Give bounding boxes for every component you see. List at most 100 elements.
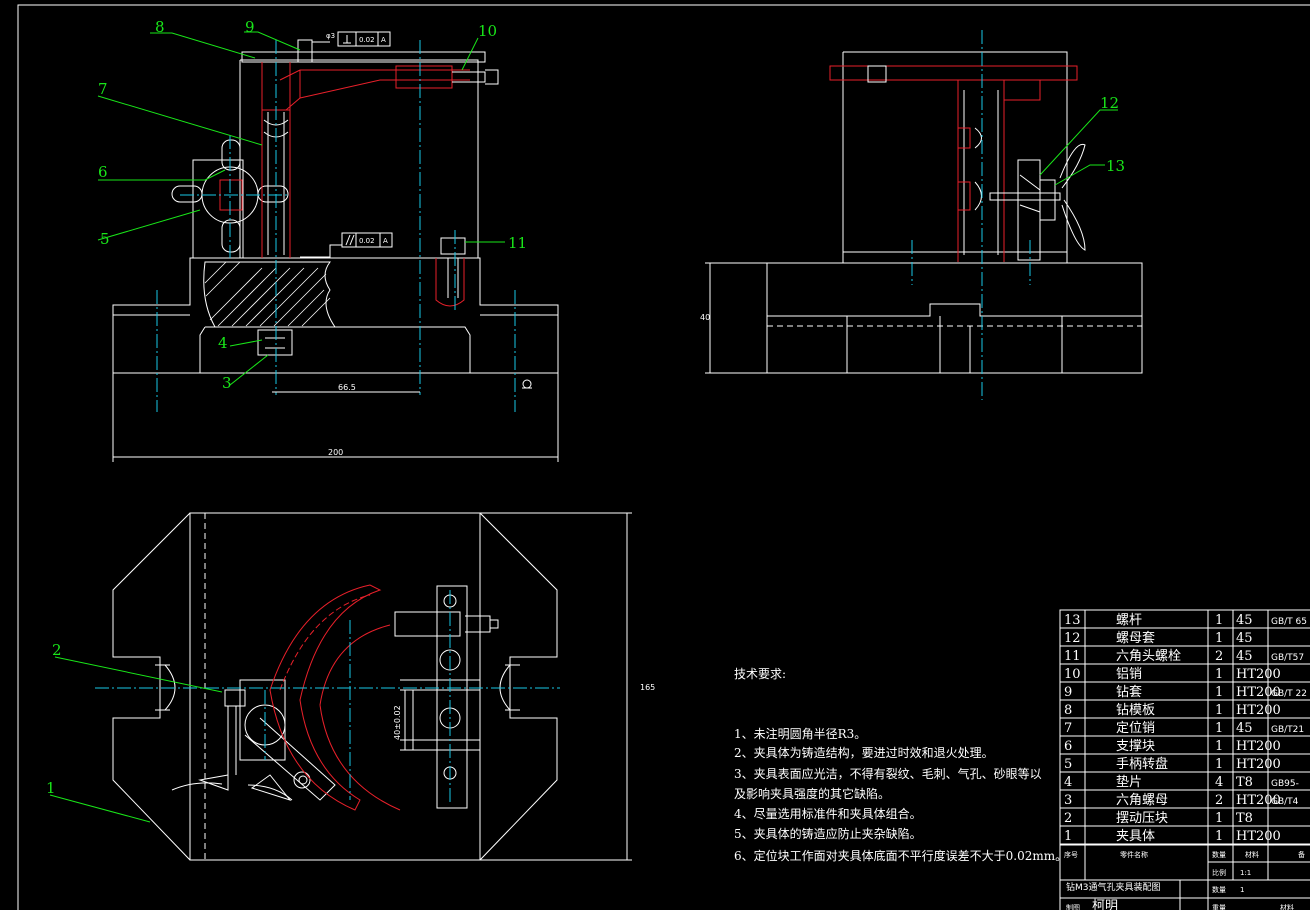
- bom-cell-qty: 1: [1215, 631, 1223, 646]
- plan-view: [49, 512, 632, 861]
- bom-cell-name: 手柄转盘: [1116, 756, 1168, 772]
- callout-8: 8: [155, 18, 165, 36]
- scale-label: 比例: [1212, 868, 1226, 877]
- bom-cell-qty: 1: [1215, 613, 1223, 628]
- bom-cell-no: 13: [1064, 613, 1081, 628]
- bom-cell-material: 45: [1236, 721, 1253, 736]
- tech-item-1: 1、未注明圆角半径R3。: [734, 726, 866, 741]
- bom-cell-material: HT200: [1236, 667, 1281, 682]
- bom-cell-name: 定位销: [1116, 721, 1155, 736]
- bom-header-qty: 数量: [1212, 850, 1226, 859]
- material-label: 材料: [1280, 903, 1294, 910]
- bom-cell-material: HT200: [1236, 739, 1281, 754]
- perp-value: 0.02: [359, 36, 375, 44]
- tech-item-4: 4、尽量选用标准件和夹具体组合。: [734, 806, 922, 821]
- bom-cell-no: 3: [1064, 793, 1072, 808]
- callout-1: 1: [46, 779, 56, 797]
- bom-header-mat: 材料: [1245, 850, 1259, 859]
- par-value: 0.02: [359, 237, 375, 245]
- bom-cell-qty: 1: [1215, 829, 1223, 844]
- perp-datum: A: [381, 36, 386, 44]
- bom-cell-no: 8: [1064, 703, 1072, 718]
- callout-11: 11: [508, 234, 527, 252]
- bom-cell-qty: 1: [1215, 757, 1223, 772]
- bom-cell-name: 钻套: [1116, 684, 1142, 700]
- bom-header-no: 序号: [1064, 850, 1078, 859]
- bom-cell-material: T8: [1236, 811, 1253, 826]
- front-view: [112, 39, 559, 462]
- perp-diameter: φ3: [326, 32, 335, 40]
- callout-2: 2: [52, 641, 62, 659]
- callout-13: 13: [1106, 157, 1125, 175]
- bom-header-name: 零件名称: [1120, 850, 1148, 859]
- callout-6: 6: [98, 163, 108, 181]
- drawing-title: 钻M3通气孔夹具装配图: [1066, 881, 1161, 893]
- callout-10: 10: [478, 22, 497, 40]
- bom-cell-material: T8: [1236, 775, 1253, 790]
- bom-cell-no: 7: [1064, 721, 1072, 736]
- perpendicularity-frame: [312, 31, 391, 47]
- bom-cell-material: 45: [1236, 613, 1253, 628]
- bom-cell-qty: 1: [1215, 721, 1223, 736]
- tech-item-6: 6、定位块工作面对夹具体底面不平行度误差不大于0.02mm。: [734, 848, 1067, 863]
- bom-cell-material: 45: [1236, 631, 1253, 646]
- bom-cell-name: 铝销: [1116, 667, 1142, 682]
- bom-cell-qty: 4: [1215, 775, 1223, 790]
- bom-cell-no: 1: [1064, 829, 1072, 844]
- drawn-label: 制图: [1066, 903, 1080, 910]
- bom-cell-qty: 1: [1215, 703, 1223, 718]
- parallelism-frame: [300, 232, 393, 258]
- drawn-value: 柯明: [1092, 899, 1118, 910]
- tech-item-3: 3、夹具表面应光洁，不得有裂纹、毛刺、气孔、砂眼等以: [734, 766, 1042, 781]
- tech-requirements: 技术要求: 1、未注明圆角半径R3。 2、夹具体为铸造结构，要进过时效和退火处理…: [734, 667, 1067, 863]
- callout-7: 7: [98, 80, 108, 98]
- bom-cell-name: 支撑块: [1116, 739, 1155, 754]
- bom-cell-name: 螺母套: [1116, 630, 1155, 646]
- dim-offset: 66.5: [338, 383, 356, 392]
- dim-plan-inner: 40±0.02: [393, 705, 402, 740]
- section-hatch: [204, 261, 331, 327]
- bom-cell-no: 12: [1064, 631, 1081, 646]
- callout-9: 9: [245, 18, 255, 36]
- bom-cell-material: HT200: [1236, 757, 1281, 772]
- bom-cell-name: 六角头螺栓: [1116, 649, 1181, 664]
- bom-cell-no: 4: [1064, 775, 1072, 790]
- bom-cell-no: 10: [1064, 667, 1081, 682]
- bom-cell-standard: GB/T57: [1271, 653, 1304, 663]
- tech-item-3b: 及影响夹具强度的其它缺陷。: [734, 786, 890, 801]
- bom-cell-no: 2: [1064, 811, 1072, 826]
- bom-cell-qty: 1: [1215, 667, 1223, 682]
- bom-cell-name: 钻模板: [1116, 703, 1155, 718]
- drawing-canvas: 200 66.5 φ3 0.02 A 0.02 A 8 9 10 7 6 5 1…: [17, 4, 1310, 910]
- bom-cell-qty: 1: [1215, 685, 1223, 700]
- bom-cell-qty: 1: [1215, 739, 1223, 754]
- bom-cell-material: HT200: [1236, 829, 1281, 844]
- bom-cell-name: 垫片: [1116, 774, 1142, 790]
- bom-cell-standard: GB/T21: [1271, 725, 1304, 735]
- par-datum: A: [383, 237, 388, 245]
- tech-item-5: 5、夹具体的铸造应防止夹杂缺陷。: [734, 826, 922, 841]
- side-view: [705, 30, 1143, 400]
- bom-cell-no: 6: [1064, 739, 1072, 754]
- dim-width-total: 200: [328, 448, 343, 457]
- tech-item-2: 2、夹具体为铸造结构，要进过时效和退火处理。: [734, 745, 994, 760]
- count-value: 1: [1240, 886, 1244, 894]
- bom-cell-name: 摆动压块: [1116, 811, 1168, 826]
- bom-cell-standard: GB95-: [1271, 779, 1299, 789]
- dim-height-right: 40: [700, 313, 710, 322]
- callout-3: 3: [222, 374, 232, 392]
- bom-cell-qty: 1: [1215, 811, 1223, 826]
- weight-label: 重量: [1212, 904, 1226, 910]
- bom-cell-qty: 2: [1215, 793, 1223, 808]
- bom-cell-name: 夹具体: [1116, 829, 1155, 844]
- bom-cell-material: HT200: [1236, 703, 1281, 718]
- bom-rows: 13 螺杆 1 45 GB/T 6512 螺母套 1 4511 六角头螺栓 2 45 GB/T5710…: [1060, 613, 1310, 845]
- bom-cell-name: 螺杆: [1116, 613, 1142, 628]
- bom-cell-standard: GB/T 22: [1271, 689, 1307, 699]
- bom-header-note: 备: [1298, 850, 1305, 859]
- scale-value: 1:1: [1240, 869, 1251, 877]
- callout-12: 12: [1100, 94, 1119, 112]
- dim-plan-height: 165: [640, 683, 655, 692]
- callout-5: 5: [100, 230, 110, 248]
- count-label: 数量: [1212, 885, 1226, 894]
